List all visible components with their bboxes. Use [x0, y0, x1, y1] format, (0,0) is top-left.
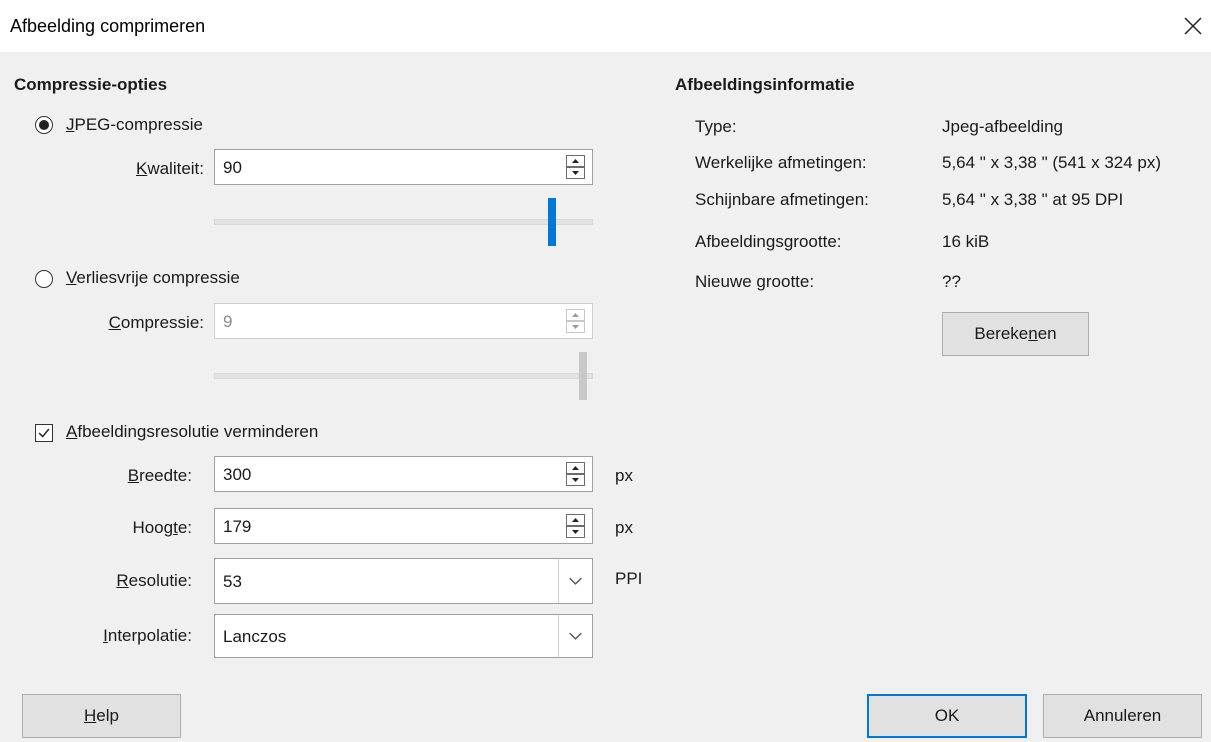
- cancel-button[interactable]: Annuleren: [1043, 694, 1202, 738]
- info-actual-size-value: 5,64 " x 3,38 " (541 x 324 px): [942, 153, 1162, 172]
- interpolation-label: Interpolatie:: [103, 626, 192, 645]
- info-apparent-size-label: Schijnbare afmetingen:: [695, 190, 869, 209]
- lossless-compression-radio[interactable]: [35, 270, 53, 288]
- compression-spin-buttons[interactable]: [566, 309, 586, 333]
- jpeg-compression-label[interactable]: JPEG-compressie: [66, 115, 203, 135]
- quality-slider-track[interactable]: [214, 219, 593, 225]
- quality-slider-thumb[interactable]: [547, 198, 556, 246]
- compression-level-spinbox[interactable]: 9: [214, 303, 593, 339]
- info-type-label: Type:: [695, 117, 737, 136]
- chevron-down-icon[interactable]: [558, 559, 592, 603]
- interpolation-combobox[interactable]: Lanczos: [214, 614, 593, 658]
- resolution-label: Resolutie:: [116, 571, 192, 590]
- ok-button[interactable]: OK: [867, 694, 1027, 738]
- interpolation-value: Lanczos: [223, 627, 287, 646]
- resolution-combobox[interactable]: 53: [214, 558, 593, 604]
- info-file-size-label: Afbeeldingsgrootte:: [695, 232, 842, 251]
- width-value: 300: [223, 465, 252, 484]
- height-spinbox[interactable]: 179: [214, 508, 593, 544]
- quality-spinbox[interactable]: 90: [214, 149, 593, 185]
- width-unit: px: [615, 466, 633, 485]
- info-apparent-size-value: 5,64 " x 3,38 " at 95 DPI: [942, 190, 1124, 209]
- compression-options-heading: Compressie-opties: [14, 75, 168, 94]
- info-actual-size-label: Werkelijke afmetingen:: [695, 153, 867, 172]
- height-spin-buttons[interactable]: [566, 514, 586, 538]
- jpeg-compression-radio[interactable]: [35, 116, 53, 134]
- calculate-button[interactable]: Bereke n en: [942, 312, 1089, 356]
- compression-slider-thumb[interactable]: [579, 352, 587, 400]
- compression-label: Compressie:: [108, 313, 204, 332]
- reduce-resolution-checkbox[interactable]: [35, 424, 53, 442]
- width-spinbox[interactable]: 300: [214, 456, 593, 492]
- height-unit: px: [615, 518, 633, 537]
- quality-value: 90: [223, 158, 242, 177]
- radio-selected-dot: [39, 120, 49, 130]
- info-new-size-label: Nieuwe grootte:: [695, 272, 815, 291]
- image-info-heading: Afbeeldingsinformatie: [675, 75, 855, 94]
- help-button[interactable]: Help: [22, 694, 181, 738]
- compression-slider-track[interactable]: [214, 373, 593, 379]
- window-title: Afbeelding comprimeren: [10, 16, 206, 36]
- reduce-resolution-label[interactable]: Afbeeldingsresolutie verminderen: [66, 422, 318, 442]
- resolution-unit: PPI: [615, 569, 643, 588]
- resolution-value: 53: [223, 572, 242, 591]
- quality-spin-buttons[interactable]: [566, 155, 586, 179]
- width-spin-buttons[interactable]: [566, 462, 586, 486]
- height-label: Hoogte:: [132, 518, 192, 537]
- info-file-size-value: 16 kiB: [942, 232, 990, 251]
- chevron-down-icon[interactable]: [558, 615, 592, 657]
- info-new-size-value: ??: [942, 272, 961, 291]
- close-icon[interactable]: [1182, 15, 1204, 37]
- info-type-value: Jpeg-afbeelding: [942, 117, 1063, 136]
- lossless-compression-label[interactable]: Verliesvrije compressie: [66, 268, 240, 288]
- quality-label: Kwaliteit:: [135, 159, 204, 178]
- title-bar: Afbeelding comprimeren: [0, 0, 1211, 52]
- height-value: 179: [223, 517, 252, 536]
- width-label: Breedte:: [127, 466, 192, 485]
- compression-level-value: 9: [223, 312, 233, 331]
